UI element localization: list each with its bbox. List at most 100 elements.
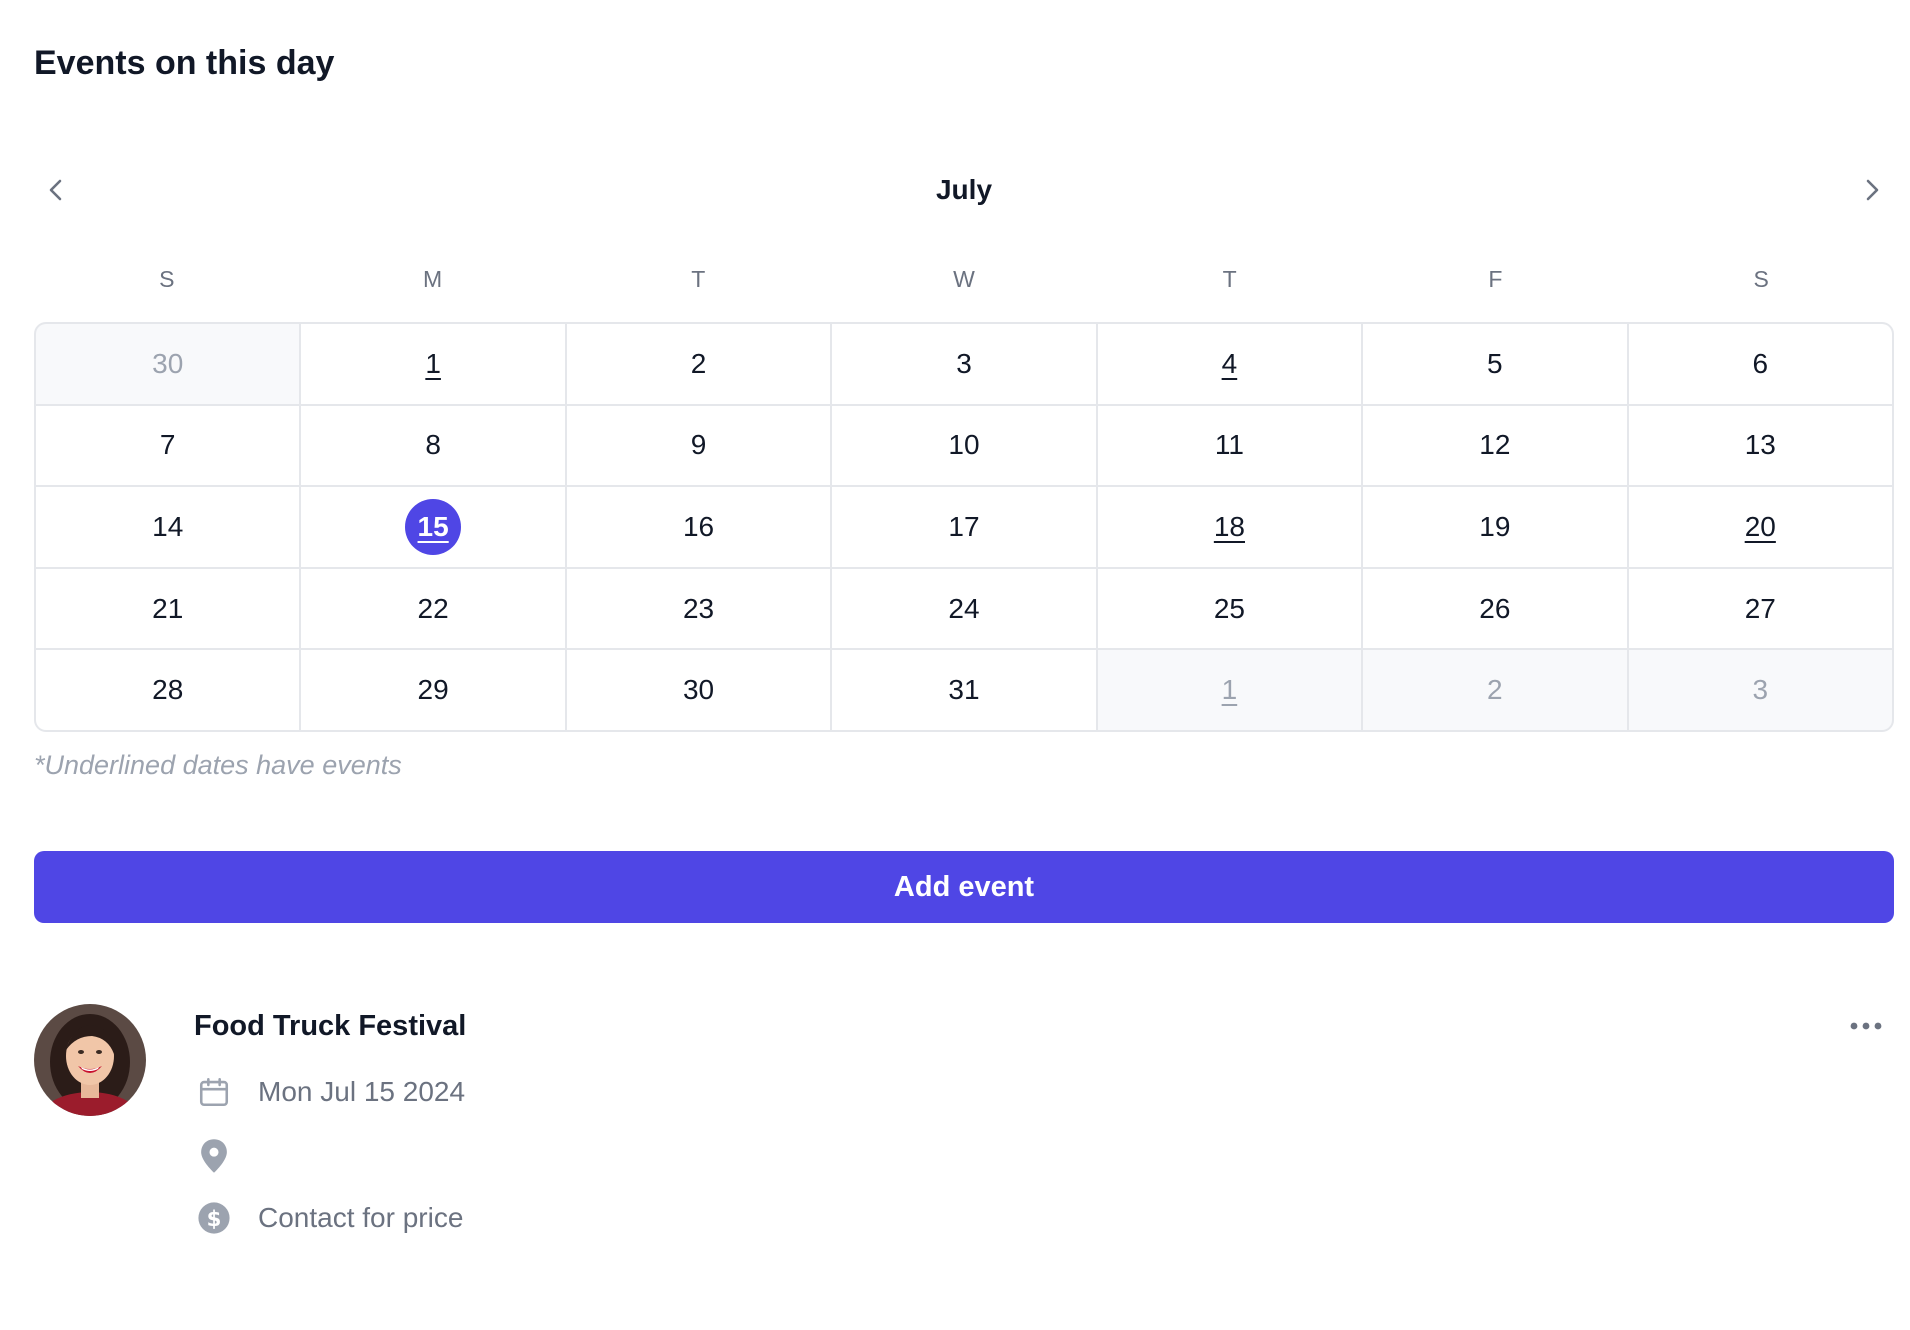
calendar-day[interactable]: 23 bbox=[566, 568, 831, 649]
day-number: 9 bbox=[690, 429, 707, 461]
calendar-day[interactable]: 6 bbox=[1628, 324, 1892, 404]
calendar-day[interactable]: 19 bbox=[1363, 487, 1627, 567]
day-number: 26 bbox=[1479, 592, 1511, 624]
day-number: 1 bbox=[425, 347, 441, 379]
calendar-day[interactable]: 12 bbox=[1363, 405, 1627, 486]
calendar-day[interactable]: 27 bbox=[1628, 568, 1892, 649]
weekday-label: W bbox=[953, 266, 975, 292]
month-label: July bbox=[935, 174, 993, 205]
calendar-day-selected[interactable]: 15 bbox=[301, 487, 565, 567]
calendar-grid: 30 1 2 3 4 5 6 7 8 9 10 11 12 13 14 15 16 17 18 19 20 21 22 23 2… bbox=[34, 322, 1894, 732]
event-date-row: Mon Jul 15 2024 bbox=[194, 1072, 465, 1112]
calendar-day[interactable]: 4 bbox=[1097, 324, 1362, 404]
day-number: 25 bbox=[1213, 592, 1245, 624]
calendar-day[interactable]: 16 bbox=[566, 487, 831, 567]
svg-text:$: $ bbox=[207, 1207, 222, 1232]
day-number: 20 bbox=[1744, 510, 1776, 542]
day-number: 30 bbox=[152, 347, 184, 379]
calendar-day[interactable]: 17 bbox=[832, 487, 1096, 567]
day-number: 2 bbox=[1487, 674, 1503, 706]
calendar-note: *Underlined dates have events bbox=[34, 750, 402, 780]
day-number: 22 bbox=[417, 592, 449, 624]
day-number: 10 bbox=[948, 429, 980, 461]
weekday-label: T bbox=[1222, 266, 1237, 292]
weekday-label: S bbox=[1753, 266, 1769, 292]
day-number: 30 bbox=[682, 674, 715, 706]
day-number: 11 bbox=[1214, 429, 1244, 461]
day-number: 2 bbox=[690, 347, 707, 379]
dollar-icon: $ bbox=[194, 1198, 234, 1238]
calendar-icon bbox=[194, 1072, 234, 1112]
add-event-button[interactable]: Add event bbox=[34, 851, 1894, 923]
day-number: 23 bbox=[682, 592, 715, 624]
calendar-day[interactable]: 22 bbox=[301, 568, 565, 649]
day-number: 31 bbox=[948, 674, 980, 706]
day-number: 29 bbox=[417, 674, 449, 706]
calendar-day[interactable]: 8 bbox=[301, 405, 565, 486]
calendar-day[interactable]: 31 bbox=[832, 650, 1096, 730]
weekday-header: SMTWTFS bbox=[34, 266, 1894, 300]
map-pin-icon bbox=[194, 1136, 234, 1176]
day-number: 18 bbox=[1213, 510, 1245, 542]
weekday-label: S bbox=[159, 266, 175, 292]
day-number: 15 bbox=[405, 498, 462, 555]
day-number: 6 bbox=[1752, 347, 1769, 379]
day-number: 13 bbox=[1744, 429, 1776, 461]
calendar-day[interactable]: 7 bbox=[36, 405, 300, 486]
calendar-day[interactable]: 1 bbox=[1097, 650, 1362, 730]
calendar-day[interactable]: 25 bbox=[1097, 568, 1362, 649]
calendar-day[interactable]: 5 bbox=[1363, 324, 1627, 404]
calendar-day[interactable]: 11 bbox=[1097, 405, 1362, 486]
page-title: Events on this day bbox=[34, 44, 335, 82]
day-number: 4 bbox=[1221, 347, 1238, 379]
day-number: 1 bbox=[1221, 674, 1238, 706]
event-title: Food Truck Festival bbox=[194, 1010, 467, 1042]
avatar bbox=[34, 1004, 146, 1116]
calendar-day[interactable]: 26 bbox=[1363, 568, 1627, 649]
calendar-day[interactable]: 2 bbox=[566, 324, 831, 404]
calendar-day[interactable]: 20 bbox=[1628, 487, 1892, 567]
day-number: 5 bbox=[1487, 347, 1503, 379]
day-number: 24 bbox=[948, 592, 980, 624]
day-number: 21 bbox=[152, 592, 184, 624]
event-location-row bbox=[194, 1136, 258, 1176]
event-menu-button[interactable] bbox=[1844, 1014, 1888, 1038]
calendar-day[interactable]: 28 bbox=[36, 650, 300, 730]
event-price: Contact for price bbox=[258, 1202, 464, 1233]
day-number: 27 bbox=[1744, 592, 1776, 624]
day-number: 14 bbox=[152, 510, 184, 542]
day-number: 8 bbox=[425, 429, 441, 461]
day-number: 3 bbox=[956, 347, 972, 379]
day-number: 16 bbox=[682, 510, 715, 542]
day-number: 19 bbox=[1479, 510, 1511, 542]
calendar-day[interactable]: 3 bbox=[832, 324, 1096, 404]
chevron-right-icon bbox=[1866, 179, 1879, 201]
more-horizontal-icon bbox=[1850, 1022, 1882, 1030]
calendar-day[interactable]: 1 bbox=[301, 324, 565, 404]
calendar-day[interactable]: 30 bbox=[566, 650, 831, 730]
event-date: Mon Jul 15 2024 bbox=[258, 1076, 466, 1107]
calendar-day[interactable]: 3 bbox=[1628, 650, 1892, 730]
day-number: 28 bbox=[152, 674, 184, 706]
event-item: Food Truck Festival Mon Jul 15 2024 $ Co… bbox=[34, 1004, 1894, 1264]
calendar-day[interactable]: 24 bbox=[832, 568, 1096, 649]
calendar-day[interactable]: 30 bbox=[36, 324, 300, 404]
event-price-row: $ Contact for price bbox=[194, 1198, 463, 1238]
calendar-day[interactable]: 18 bbox=[1097, 487, 1362, 567]
weekday-label: T bbox=[691, 266, 706, 292]
calendar-day[interactable]: 21 bbox=[36, 568, 300, 649]
calendar-day[interactable]: 2 bbox=[1363, 650, 1627, 730]
day-number: 7 bbox=[159, 429, 176, 461]
calendar-day[interactable]: 13 bbox=[1628, 405, 1892, 486]
day-number: 3 bbox=[1752, 674, 1769, 706]
next-month-button[interactable] bbox=[1850, 168, 1894, 212]
calendar-day[interactable]: 9 bbox=[566, 405, 831, 486]
day-number: 12 bbox=[1479, 429, 1511, 461]
weekday-label: M bbox=[422, 266, 443, 292]
calendar-day[interactable]: 10 bbox=[832, 405, 1096, 486]
day-number: 17 bbox=[948, 510, 980, 542]
weekday-label: F bbox=[1488, 266, 1503, 292]
calendar-header: July bbox=[34, 168, 1894, 212]
calendar-day[interactable]: 14 bbox=[36, 487, 300, 567]
calendar-day[interactable]: 29 bbox=[301, 650, 565, 730]
